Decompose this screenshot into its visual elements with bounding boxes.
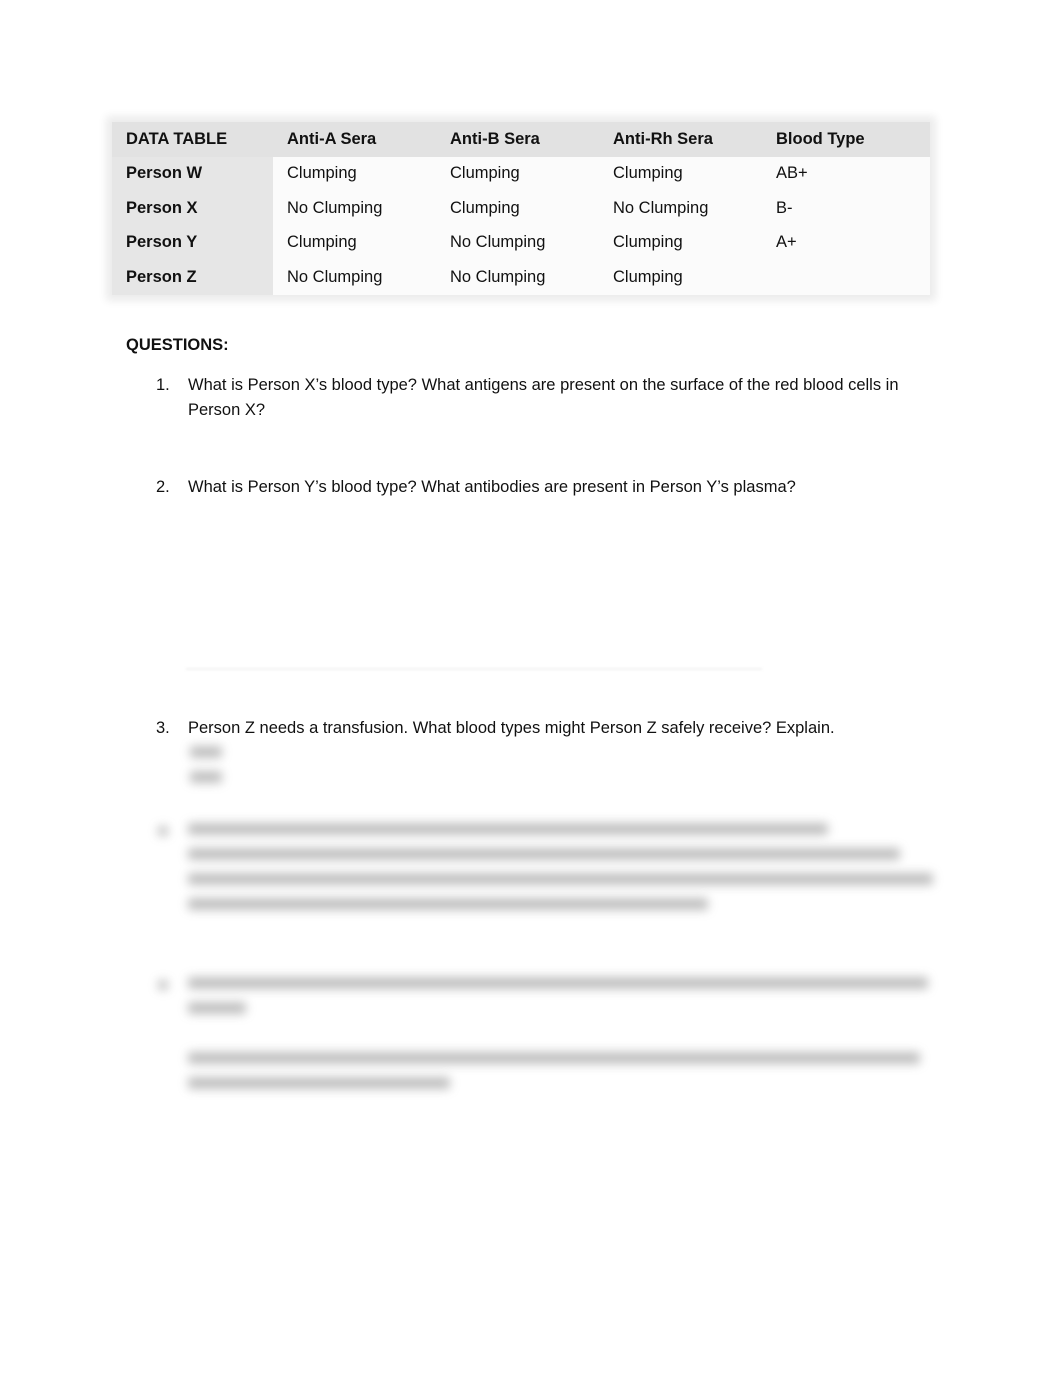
question-number: 1. bbox=[156, 376, 170, 394]
table-row: Person Z No Clumping No Clumping Clumpin… bbox=[112, 260, 930, 295]
person-cell: Person W bbox=[112, 156, 273, 191]
anti-rh-cell: Clumping bbox=[599, 225, 762, 260]
blood-type-cell bbox=[762, 260, 930, 295]
questions-heading: QUESTIONS: bbox=[126, 336, 229, 354]
anti-rh-cell: Clumping bbox=[599, 156, 762, 191]
blood-type-data-table: DATA TABLE Anti-A Sera Anti-B Sera Anti-… bbox=[112, 122, 930, 295]
anti-b-cell: No Clumping bbox=[436, 225, 599, 260]
anti-rh-cell: Clumping bbox=[599, 260, 762, 295]
anti-a-cell: No Clumping bbox=[273, 260, 436, 295]
question-2: 2. What is Person Y’s blood type? What a… bbox=[156, 475, 946, 500]
header-cell-anti-a: Anti-A Sera bbox=[273, 122, 436, 157]
anti-rh-cell: No Clumping bbox=[599, 191, 762, 226]
anti-a-cell: Clumping bbox=[273, 225, 436, 260]
table-header-row: DATA TABLE Anti-A Sera Anti-B Sera Anti-… bbox=[112, 122, 930, 157]
anti-b-cell: No Clumping bbox=[436, 260, 599, 295]
document-page: DATA TABLE Anti-A Sera Anti-B Sera Anti-… bbox=[0, 0, 1062, 1377]
person-cell: Person Y bbox=[112, 225, 273, 260]
question-number: 3. bbox=[156, 719, 170, 737]
question-number: 2. bbox=[156, 478, 170, 496]
blood-type-cell: A+ bbox=[762, 225, 930, 260]
table-row: Person W Clumping Clumping Clumping AB+ bbox=[112, 156, 930, 191]
anti-a-cell: Clumping bbox=[273, 156, 436, 191]
header-cell-blood-type: Blood Type bbox=[762, 122, 930, 157]
anti-b-cell: Clumping bbox=[436, 191, 599, 226]
header-cell-anti-b: Anti-B Sera bbox=[436, 122, 599, 157]
question-1: 1. What is Person X’s blood type? What a… bbox=[156, 373, 946, 423]
faint-divider bbox=[186, 668, 762, 670]
anti-b-cell: Clumping bbox=[436, 156, 599, 191]
person-cell: Person X bbox=[112, 191, 273, 226]
question-text: Person Z needs a transfusion. What blood… bbox=[188, 719, 835, 737]
person-cell: Person Z bbox=[112, 260, 273, 295]
question-text: What is Person X’s blood type? What anti… bbox=[188, 376, 899, 419]
question-text: What is Person Y’s blood type? What anti… bbox=[188, 478, 796, 496]
data-table-container: DATA TABLE Anti-A Sera Anti-B Sera Anti-… bbox=[112, 122, 930, 295]
blood-type-cell: AB+ bbox=[762, 156, 930, 191]
question-3: 3. Person Z needs a transfusion. What bl… bbox=[156, 716, 946, 741]
blood-type-cell: B- bbox=[762, 191, 930, 226]
table-row: Person X No Clumping Clumping No Clumpin… bbox=[112, 191, 930, 226]
anti-a-cell: No Clumping bbox=[273, 191, 436, 226]
header-cell-anti-rh: Anti-Rh Sera bbox=[599, 122, 762, 157]
table-row: Person Y Clumping No Clumping Clumping A… bbox=[112, 225, 930, 260]
header-cell-title: DATA TABLE bbox=[112, 122, 273, 157]
